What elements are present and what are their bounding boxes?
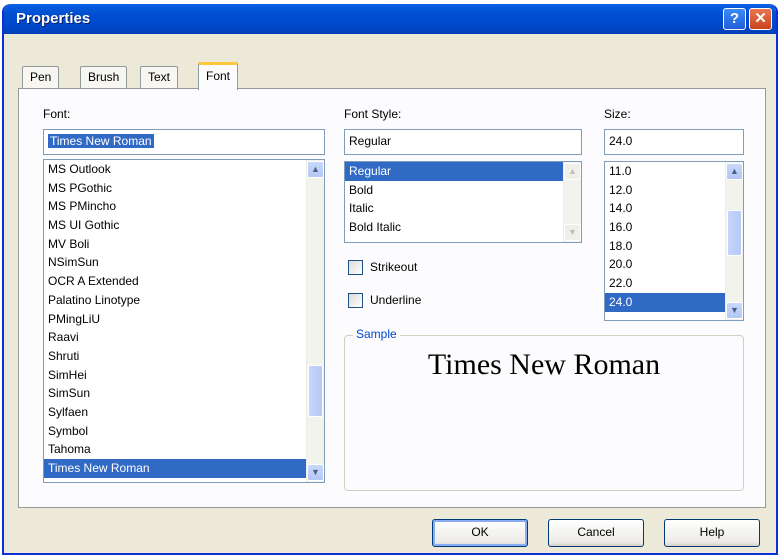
list-item[interactable]: SimSun <box>44 384 324 403</box>
tab-text[interactable]: Text <box>140 66 179 88</box>
font-style-input[interactable]: Regular <box>344 129 582 155</box>
list-item[interactable]: Regular <box>345 162 581 181</box>
list-item[interactable]: OCR A Extended <box>44 272 324 291</box>
list-item[interactable]: Bold <box>345 181 581 200</box>
chevron-up-icon: ▲ <box>564 163 581 180</box>
size-list[interactable]: 11.0 12.0 14.0 16.0 18.0 20.0 22.0 24.0 ▲ ▼ <box>604 161 744 321</box>
font-name-input-text: Times New Roman <box>48 134 154 148</box>
list-item[interactable]: Symbol <box>44 422 324 441</box>
list-item[interactable]: Sylfaen <box>44 403 324 422</box>
list-item[interactable]: 22.0 <box>605 274 743 293</box>
chevron-down-icon: ▼ <box>564 224 581 241</box>
font-style-list-items: Regular Bold Italic Bold Italic <box>345 162 581 237</box>
size-list-scrollbar[interactable]: ▲ ▼ <box>725 162 743 320</box>
list-item[interactable]: PMingLiU <box>44 310 324 329</box>
list-item[interactable]: Tahoma <box>44 440 324 459</box>
list-item[interactable]: Palatino Linotype <box>44 291 324 310</box>
list-item[interactable]: 18.0 <box>605 237 743 256</box>
strikeout-checkbox-box[interactable] <box>348 260 363 275</box>
font-tab-panel: Font: Times New Roman MS Outlook MS PGoth… <box>18 88 766 508</box>
font-list-scrollbar[interactable]: ▲ ▼ <box>306 160 324 482</box>
list-item[interactable]: Italic <box>345 199 581 218</box>
tab-pen[interactable]: Pen <box>22 66 60 88</box>
underline-checkbox-box[interactable] <box>348 293 363 308</box>
tab-brush[interactable]: Brush <box>80 66 128 88</box>
sample-preview-text: Times New Roman <box>427 348 661 381</box>
chevron-down-icon[interactable]: ▼ <box>726 302 743 319</box>
sample-group: Sample Times New Roman <box>344 327 744 491</box>
help-button[interactable]: Help <box>664 519 760 547</box>
list-item[interactable]: MV Boli <box>44 235 324 254</box>
size-list-scroll-thumb[interactable] <box>727 210 742 256</box>
size-input[interactable]: 24.0 <box>604 129 744 155</box>
size-list-items: 11.0 12.0 14.0 16.0 18.0 20.0 22.0 24.0 <box>605 162 743 312</box>
font-style-label: Font Style: <box>344 107 402 121</box>
font-style-list-scrollbar[interactable]: ▲ ▼ <box>563 162 581 242</box>
cancel-button[interactable]: Cancel <box>548 519 644 547</box>
window-title: Properties <box>16 10 91 27</box>
tab-font[interactable]: Font <box>198 62 239 90</box>
ok-button[interactable]: OK <box>432 519 528 547</box>
font-list-scroll-thumb[interactable] <box>308 365 323 417</box>
list-item[interactable]: MS PMincho <box>44 197 324 216</box>
font-name-input[interactable]: Times New Roman <box>43 129 325 155</box>
close-button[interactable]: ✕ <box>749 8 772 30</box>
chevron-up-icon[interactable]: ▲ <box>726 163 743 180</box>
list-item[interactable]: MS Outlook <box>44 160 324 179</box>
list-item[interactable]: Bold Italic <box>345 218 581 237</box>
list-item[interactable]: Raavi <box>44 328 324 347</box>
list-item[interactable]: 16.0 <box>605 218 743 237</box>
list-item[interactable]: MS UI Gothic <box>44 216 324 235</box>
size-label: Size: <box>604 107 631 121</box>
list-item[interactable]: MS PGothic <box>44 179 324 198</box>
list-item[interactable]: Shruti <box>44 347 324 366</box>
list-item[interactable]: 14.0 <box>605 199 743 218</box>
chevron-down-icon[interactable]: ▼ <box>307 464 324 481</box>
list-item[interactable]: Times New Roman <box>44 459 324 478</box>
underline-label: Underline <box>370 293 422 307</box>
list-item[interactable]: 24.0 <box>605 292 743 312</box>
list-item[interactable]: 20.0 <box>605 255 743 274</box>
strikeout-label: Strikeout <box>370 260 418 274</box>
font-list[interactable]: MS Outlook MS PGothic MS PMincho MS UI Goth… <box>43 159 325 483</box>
title-bar[interactable]: Properties ? ✕ <box>4 4 776 34</box>
chevron-up-icon[interactable]: ▲ <box>307 161 324 178</box>
help-title-button[interactable]: ? <box>723 8 746 30</box>
underline-checkbox[interactable]: Underline <box>348 293 448 311</box>
list-item[interactable]: 12.0 <box>605 181 743 200</box>
strikeout-checkbox[interactable]: Strikeout <box>348 260 448 278</box>
properties-dialog: Properties ? ✕ Pen Brush Text Font Font:… <box>2 4 778 555</box>
list-item[interactable]: SimHei <box>44 366 324 385</box>
list-item[interactable]: NSimSun <box>44 253 324 272</box>
font-style-list[interactable]: Regular Bold Italic Bold Italic ▲ ▼ <box>344 161 582 243</box>
font-label: Font: <box>43 107 71 121</box>
font-list-items: MS Outlook MS PGothic MS PMincho MS UI Goth… <box>44 160 324 478</box>
list-item[interactable]: 11.0 <box>605 162 743 181</box>
sample-legend: Sample <box>353 327 400 341</box>
